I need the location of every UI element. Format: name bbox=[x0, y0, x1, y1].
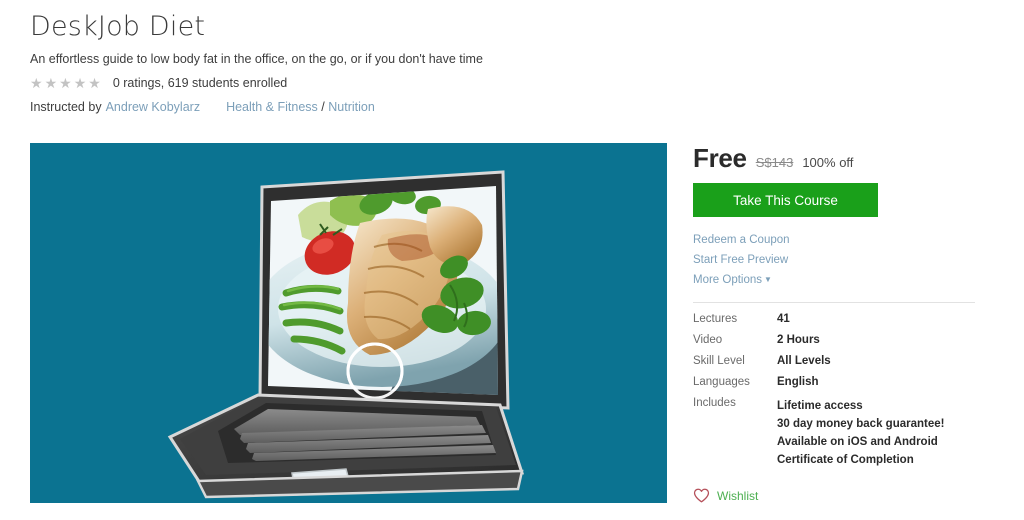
take-this-course-button[interactable]: Take This Course bbox=[693, 183, 878, 217]
star-icon: ★ bbox=[73, 75, 87, 91]
detail-value-skill-level: All Levels bbox=[777, 355, 831, 367]
detail-key-skill-level: Skill Level bbox=[693, 355, 745, 367]
rating-row: ★ ★ ★ ★ ★ 0 ratings, 619 students enroll… bbox=[30, 75, 690, 91]
star-icon: ★ bbox=[30, 75, 43, 91]
table-row: Skill Level All Levels bbox=[693, 355, 975, 376]
redeem-a-coupon-link[interactable]: Redeem a Coupon bbox=[693, 230, 993, 250]
more-options-label: More Options bbox=[693, 274, 763, 286]
price-current: Free bbox=[693, 143, 747, 173]
course-header: DeskJob Diet An effortless guide to low … bbox=[30, 10, 690, 114]
table-row: Lectures 41 bbox=[693, 313, 975, 334]
wishlist-button[interactable]: Wishlist bbox=[693, 488, 758, 503]
category-link[interactable]: Health & Fitness bbox=[226, 100, 318, 114]
includes-item: Available on iOS and Android bbox=[777, 436, 938, 448]
panel-divider bbox=[693, 302, 975, 303]
panel-links: Redeem a Coupon Start Free Preview More … bbox=[693, 230, 993, 290]
detail-key-includes: Includes bbox=[693, 397, 736, 409]
star-icon: ★ bbox=[88, 75, 101, 91]
more-options-link[interactable]: More Options ▼ bbox=[693, 270, 993, 290]
course-subtitle: An effortless guide to low body fat in t… bbox=[30, 52, 483, 66]
subcategory-link[interactable]: Nutrition bbox=[328, 100, 375, 114]
detail-value-video: 2 Hours bbox=[777, 334, 820, 346]
enrollment-text: 0 ratings, 619 students enrolled bbox=[112, 76, 288, 90]
instructed-by-label: Instructed by bbox=[30, 100, 102, 114]
wishlist-label: Wishlist bbox=[717, 488, 759, 503]
instructor-link[interactable]: Andrew Kobylarz bbox=[106, 100, 201, 114]
detail-value-includes: Lifetime access 30 day money back guaran… bbox=[777, 397, 975, 478]
course-preview-image[interactable] bbox=[30, 143, 667, 503]
star-rating: ★ ★ ★ ★ ★ bbox=[30, 76, 101, 90]
price-original: S$143 bbox=[755, 155, 794, 170]
detail-value-languages: English bbox=[777, 376, 819, 388]
detail-key-lectures: Lectures bbox=[693, 313, 738, 325]
table-row: Video 2 Hours bbox=[693, 334, 975, 355]
detail-key-video: Video bbox=[693, 334, 723, 346]
purchase-panel: Free S$143 100% off Take This Course Red… bbox=[693, 143, 993, 503]
category-breadcrumb: Health & Fitness / Nutrition bbox=[226, 100, 375, 114]
course-details-table: Lectures 41 Video 2 Hours Skill Level Al… bbox=[693, 313, 975, 478]
heart-icon bbox=[693, 488, 710, 503]
table-row: Includes Lifetime access 30 day money ba… bbox=[693, 397, 975, 478]
includes-item: 30 day money back guarantee! bbox=[777, 418, 945, 430]
detail-value-lectures: 41 bbox=[777, 313, 790, 325]
breadcrumb-separator: / bbox=[321, 100, 325, 114]
includes-item: Lifetime access bbox=[777, 400, 863, 412]
star-icon: ★ bbox=[59, 75, 72, 91]
price-row: Free S$143 100% off bbox=[693, 143, 993, 173]
discount-badge: 100% off bbox=[802, 155, 854, 170]
laptop-illustration bbox=[167, 170, 525, 499]
includes-item: Certificate of Completion bbox=[777, 454, 914, 466]
star-icon: ★ bbox=[44, 75, 58, 91]
instructor-row: Instructed by Andrew Kobylarz Health & F… bbox=[30, 100, 690, 114]
chevron-down-icon: ▼ bbox=[764, 275, 772, 284]
start-free-preview-link[interactable]: Start Free Preview bbox=[693, 250, 993, 270]
table-row: Languages English bbox=[693, 376, 975, 397]
page-title: DeskJob Diet bbox=[30, 11, 206, 42]
detail-key-languages: Languages bbox=[693, 376, 750, 388]
